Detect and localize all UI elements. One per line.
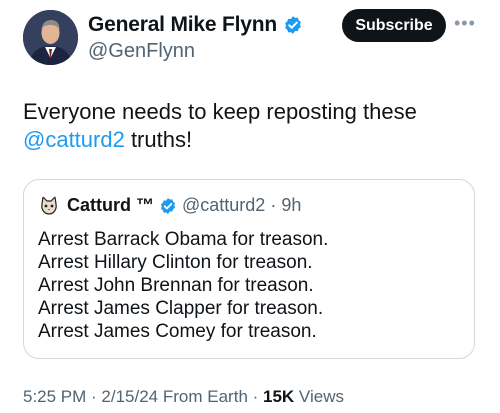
quoted-line: Arrest John Brennan for treason. [38, 275, 314, 296]
cat-avatar-icon [38, 195, 60, 217]
quoted-header: Catturd ™ @catturd2 · 9h [67, 195, 301, 216]
quoted-author-handle[interactable]: @catturd2 [182, 195, 265, 216]
subscribe-button[interactable]: Subscribe [342, 9, 446, 42]
quoted-line: Arrest James Comey for treason. [38, 321, 317, 342]
quoted-line: Arrest Hillary Clinton for treason. [38, 252, 313, 273]
post-date[interactable]: 2/15/24 [101, 387, 158, 406]
tweet-text-tail: truths! [124, 127, 193, 152]
quoted-text: Arrest Barrack Obama for treason. Arrest… [38, 228, 328, 343]
meta-separator: · [247, 387, 264, 406]
quoted-tweet[interactable]: Catturd ™ @catturd2 · 9h Arrest Barrack … [23, 179, 475, 359]
post-source: From Earth [158, 387, 248, 406]
tweet-metadata: 5:25 PM · 2/15/24 From Earth · 15K Views [23, 387, 344, 407]
quoted-timestamp[interactable]: 9h [281, 195, 301, 216]
more-options-icon[interactable]: ••• [454, 13, 476, 34]
tweet-card: General Mike Flynn @GenFlynn Subscribe •… [0, 0, 500, 413]
quoted-line: Arrest James Clapper for treason. [38, 298, 324, 319]
author-name-row: General Mike Flynn [88, 13, 303, 37]
tweet-text-body: Everyone needs to keep reposting these [23, 99, 417, 124]
meta-separator: · [86, 387, 102, 406]
views-count: 15K [263, 387, 295, 406]
tweet-text: Everyone needs to keep reposting these @… [23, 98, 483, 154]
post-time[interactable]: 5:25 PM [23, 387, 86, 406]
verified-badge-icon [160, 197, 176, 214]
quoted-line: Arrest Barrack Obama for treason. [38, 229, 329, 250]
separator-dot: · [270, 195, 277, 215]
author-handle[interactable]: @GenFlynn [88, 40, 195, 63]
views-label: Views [294, 387, 344, 406]
author-avatar[interactable] [23, 10, 78, 65]
quoted-author-name[interactable]: Catturd ™ [67, 195, 154, 216]
profile-photo-icon [23, 10, 78, 65]
author-name[interactable]: General Mike Flynn [88, 13, 277, 37]
quoted-author-avatar[interactable] [38, 195, 60, 217]
verified-badge-icon [285, 16, 301, 34]
mention-link[interactable]: @catturd2 [23, 127, 125, 152]
